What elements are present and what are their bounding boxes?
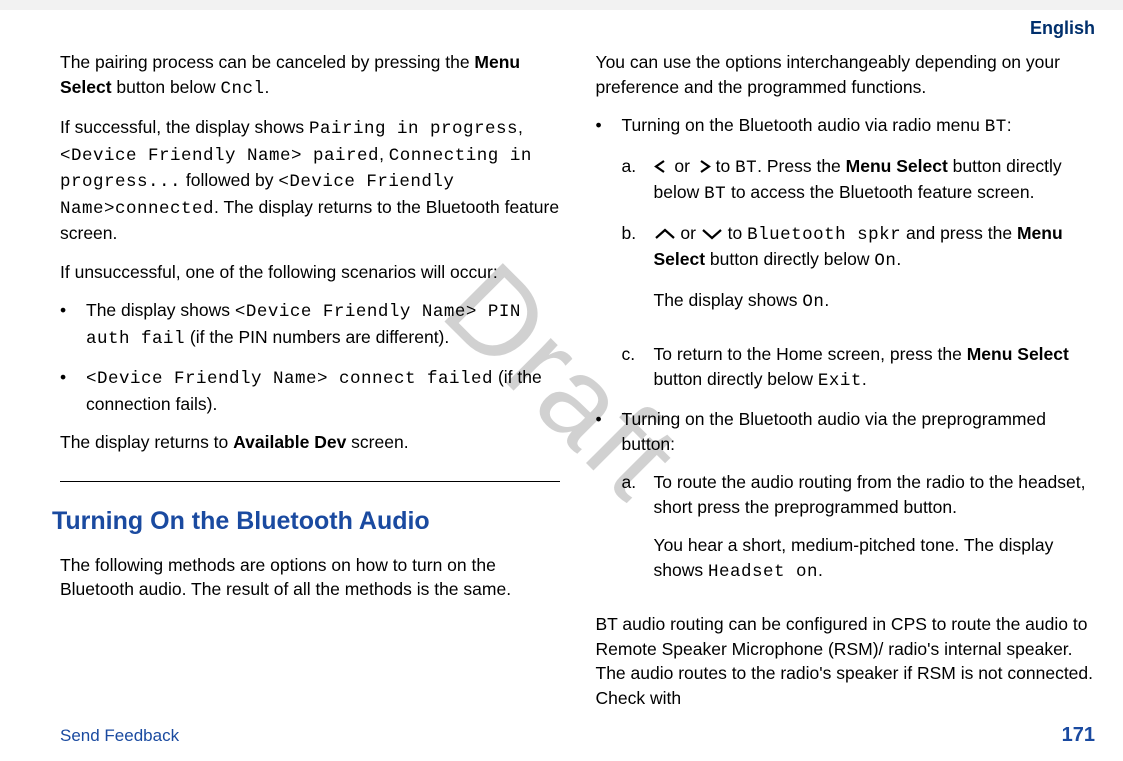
list-marker: c. [622,342,654,393]
text: . [824,290,829,310]
list-item: • The display shows <Device Friendly Nam… [60,298,560,351]
text-mono: On [802,292,824,312]
bullet-icon: • [60,365,86,416]
text: or [670,156,695,176]
text: followed by [181,170,278,190]
list-item: • Turning on the Bluetooth audio via the… [596,407,1096,456]
text: . [862,369,867,389]
text: The display shows [86,300,235,320]
text-mono: On [874,251,896,271]
text: If successful, the display shows [60,117,309,137]
send-feedback-link[interactable]: Send Feedback [60,726,179,746]
top-bar [0,0,1123,10]
text: , [379,144,389,164]
list-marker: b. [622,221,654,329]
paragraph: The display returns to Available Dev scr… [60,430,560,455]
list-item: • <Device Friendly Name> connect failed … [60,365,560,416]
column-right: You can use the options interchangeably … [596,50,1096,701]
text: and press the [901,223,1017,243]
list-text: Turning on the Bluetooth audio via the p… [622,407,1096,456]
bullet-icon: • [596,113,622,140]
paragraph: If successful, the display shows Pairing… [60,115,560,246]
list-marker: a. [622,154,654,207]
text: to [711,156,735,176]
text: . [896,249,901,269]
paragraph: You can use the options interchangeably … [596,50,1096,99]
paragraph: To route the audio routing from the radi… [654,470,1096,519]
list-text: or to BT. Press the Menu Select button d… [654,154,1096,207]
list-text: The display shows <Device Friendly Name>… [86,298,560,351]
columns: The pairing process can be canceled by p… [60,50,1095,701]
text: to access the Bluetooth feature screen. [726,182,1034,202]
paragraph: The pairing process can be canceled by p… [60,50,560,101]
down-chevron-icon [701,222,723,247]
list-item: b. or to Bluetooth spkr and press the Me… [622,221,1096,329]
column-left: The pairing process can be canceled by p… [60,50,560,701]
bullet-icon: • [596,407,622,456]
text: . Press the [757,156,846,176]
list-text: or to Bluetooth spkr and press the Menu … [654,221,1096,329]
page-content: The pairing process can be canceled by p… [60,50,1095,701]
text: , [518,117,523,137]
text-bold: Menu Select [967,344,1069,364]
text: to [723,223,747,243]
left-arrow-icon [654,155,670,180]
text-mono: Headset on [708,562,818,582]
paragraph: BT audio routing can be configured in CP… [596,612,1096,710]
text-mono: Pairing in progress [309,119,518,139]
text-mono: Cncl [221,79,265,99]
text: The display returns to [60,432,233,452]
right-arrow-icon [695,155,711,180]
list-text: Turning on the Bluetooth audio via radio… [622,113,1096,140]
text: (if the PIN numbers are different). [185,327,449,347]
divider [60,481,560,482]
list-item: c. To return to the Home screen, press t… [622,342,1096,393]
paragraph: or to Bluetooth spkr and press the Menu … [654,221,1096,274]
list-item: • Turning on the Bluetooth audio via rad… [596,113,1096,140]
text: The display shows [654,290,803,310]
text-mono: BT [735,158,757,178]
list-text: <Device Friendly Name> connect failed (i… [86,365,560,416]
text: button directly below [705,249,874,269]
text: Turning on the Bluetooth audio via radio… [622,115,985,135]
paragraph: You hear a short, medium-pitched tone. T… [654,533,1096,584]
text-bold: Available Dev [233,432,346,452]
text: : [1007,115,1012,135]
list-item: a. or to BT. Press the Menu Select butto… [622,154,1096,207]
footer: Send Feedback 171 [60,724,1095,747]
text-mono: <Device Friendly Name> paired [60,146,379,166]
text: . [265,77,270,97]
text-bold: Menu Select [846,156,948,176]
text: or [676,223,701,243]
paragraph: The following methods are options on how… [60,553,560,602]
text: screen. [346,432,408,452]
list-item: a. To route the audio routing from the r… [622,470,1096,598]
nested-list: a. or to BT. Press the Menu Select butto… [622,154,1096,394]
language-label: English [1030,18,1095,39]
text-mono: BT [985,117,1007,137]
text: The pairing process can be canceled by p… [60,52,474,72]
paragraph: The display shows On. [654,288,1096,315]
bullet-icon: • [60,298,86,351]
text-mono: Exit [818,371,862,391]
list-marker: a. [622,470,654,598]
paragraph: If unsuccessful, one of the following sc… [60,260,560,285]
list-text: To return to the Home screen, press the … [654,342,1096,393]
text-mono: Bluetooth spkr [747,225,901,245]
text: To return to the Home screen, press the [654,344,967,364]
up-chevron-icon [654,222,676,247]
text: . [818,560,823,580]
text: button directly below [654,369,818,389]
section-heading: Turning On the Bluetooth Audio [52,504,560,539]
list-text: To route the audio routing from the radi… [654,470,1096,598]
text: button below [112,77,221,97]
text-mono: <Device Friendly Name> connect failed [86,369,493,389]
page-number: 171 [1062,724,1095,747]
nested-list: a. To route the audio routing from the r… [622,470,1096,598]
text-mono: BT [704,184,726,204]
